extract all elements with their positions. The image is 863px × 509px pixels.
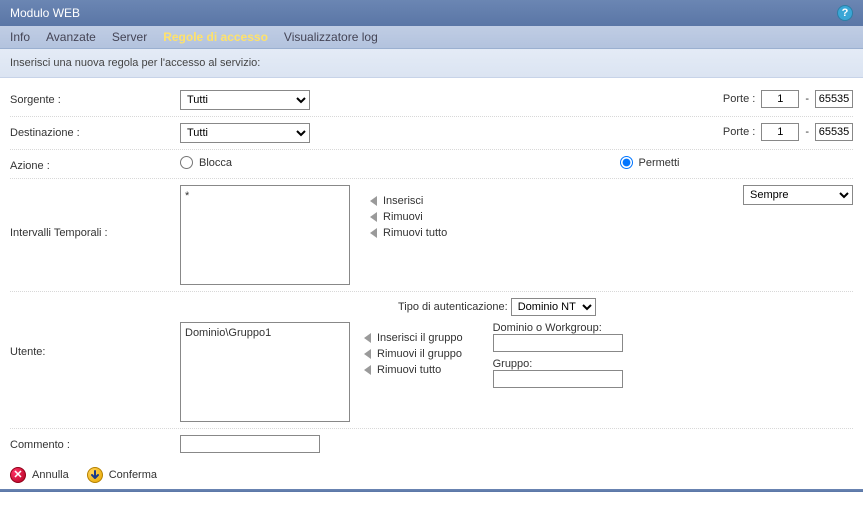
source-select[interactable]: Tutti [180, 90, 310, 110]
comment-input[interactable] [180, 435, 320, 453]
cancel-button[interactable]: ✕ Annulla [10, 467, 69, 483]
source-label: Sorgente : [10, 90, 180, 106]
bottom-rule [0, 489, 863, 492]
window-title: Modulo WEB [10, 6, 80, 20]
arrow-left-icon [370, 196, 377, 206]
destination-select[interactable]: Tutti [180, 123, 310, 143]
list-item[interactable]: * [185, 189, 345, 204]
tab-avanzate[interactable]: Avanzate [46, 30, 96, 44]
action-block-label: Blocca [199, 157, 232, 169]
destination-port-from[interactable] [761, 123, 799, 141]
list-item[interactable]: Dominio\Gruppo1 [185, 326, 345, 341]
tab-visualizzatore-log[interactable]: Visualizzatore log [284, 30, 378, 44]
source-ports-label: Porte : [723, 93, 755, 105]
user-remove-button[interactable]: Rimuovi il gruppo [364, 348, 463, 360]
source-port-from[interactable] [761, 90, 799, 108]
intervals-remove-all-button[interactable]: Rimuovi tutto [370, 227, 447, 239]
action-allow-radio[interactable] [620, 156, 633, 169]
section-heading: Inserisci una nuova regola per l'accesso… [0, 49, 863, 78]
footer: ✕ Annulla Conferma [0, 461, 863, 489]
intervals-insert-button[interactable]: Inserisci [370, 195, 447, 207]
group-label: Gruppo: [493, 358, 673, 370]
user-listbox[interactable]: Dominio\Gruppo1 [180, 322, 350, 422]
intervals-listbox[interactable]: * [180, 185, 350, 285]
help-icon[interactable]: ? [837, 5, 853, 21]
cancel-icon: ✕ [10, 467, 26, 483]
user-remove-all-button[interactable]: Rimuovi tutto [364, 364, 463, 376]
arrow-left-icon [370, 212, 377, 222]
source-ports: Porte : - [723, 90, 853, 108]
auth-type-label: Tipo di autenticazione: [398, 301, 508, 313]
row-destination: Destinazione : Tutti Porte : - [10, 117, 853, 150]
arrow-left-icon [364, 349, 371, 359]
auth-type-select[interactable]: Dominio NT [511, 298, 596, 316]
row-source: Sorgente : Tutti Porte : - [10, 84, 853, 117]
tab-info[interactable]: Info [10, 30, 30, 44]
comment-label: Commento : [10, 435, 180, 451]
destination-ports-label: Porte : [723, 126, 755, 138]
destination-port-to[interactable] [815, 123, 853, 141]
domain-label: Dominio o Workgroup: [493, 322, 673, 334]
tab-regole-di-accesso[interactable]: Regole di accesso [163, 30, 268, 44]
confirm-button[interactable]: Conferma [87, 467, 157, 483]
action-block-radio[interactable] [180, 156, 193, 169]
row-user: Utente: Tipo di autenticazione: Dominio … [10, 292, 853, 429]
user-label: Utente: [10, 298, 180, 358]
tab-server[interactable]: Server [112, 30, 147, 44]
domain-input[interactable] [493, 334, 623, 352]
destination-label: Destinazione : [10, 123, 180, 139]
confirm-icon [87, 467, 103, 483]
arrow-left-icon [364, 333, 371, 343]
intervals-remove-button[interactable]: Rimuovi [370, 211, 447, 223]
row-intervals: Intervalli Temporali : * Inserisci Rimuo… [10, 179, 853, 292]
user-insert-button[interactable]: Inserisci il gruppo [364, 332, 463, 344]
destination-ports: Porte : - [723, 123, 853, 141]
source-port-to[interactable] [815, 90, 853, 108]
group-input[interactable] [493, 370, 623, 388]
form-area: Sorgente : Tutti Porte : - Destinazione … [0, 78, 863, 461]
intervals-label: Intervalli Temporali : [10, 185, 180, 239]
arrow-left-icon [364, 365, 371, 375]
action-allow-label: Permetti [639, 157, 680, 169]
row-action: Azione : Blocca Permetti [10, 150, 853, 179]
title-bar: Modulo WEB ? [0, 0, 863, 26]
action-label: Azione : [10, 156, 180, 172]
row-comment: Commento : [10, 429, 853, 459]
intervals-dropdown[interactable]: Sempre [743, 185, 853, 205]
tab-bar: Info Avanzate Server Regole di accesso V… [0, 26, 863, 49]
arrow-left-icon [370, 228, 377, 238]
